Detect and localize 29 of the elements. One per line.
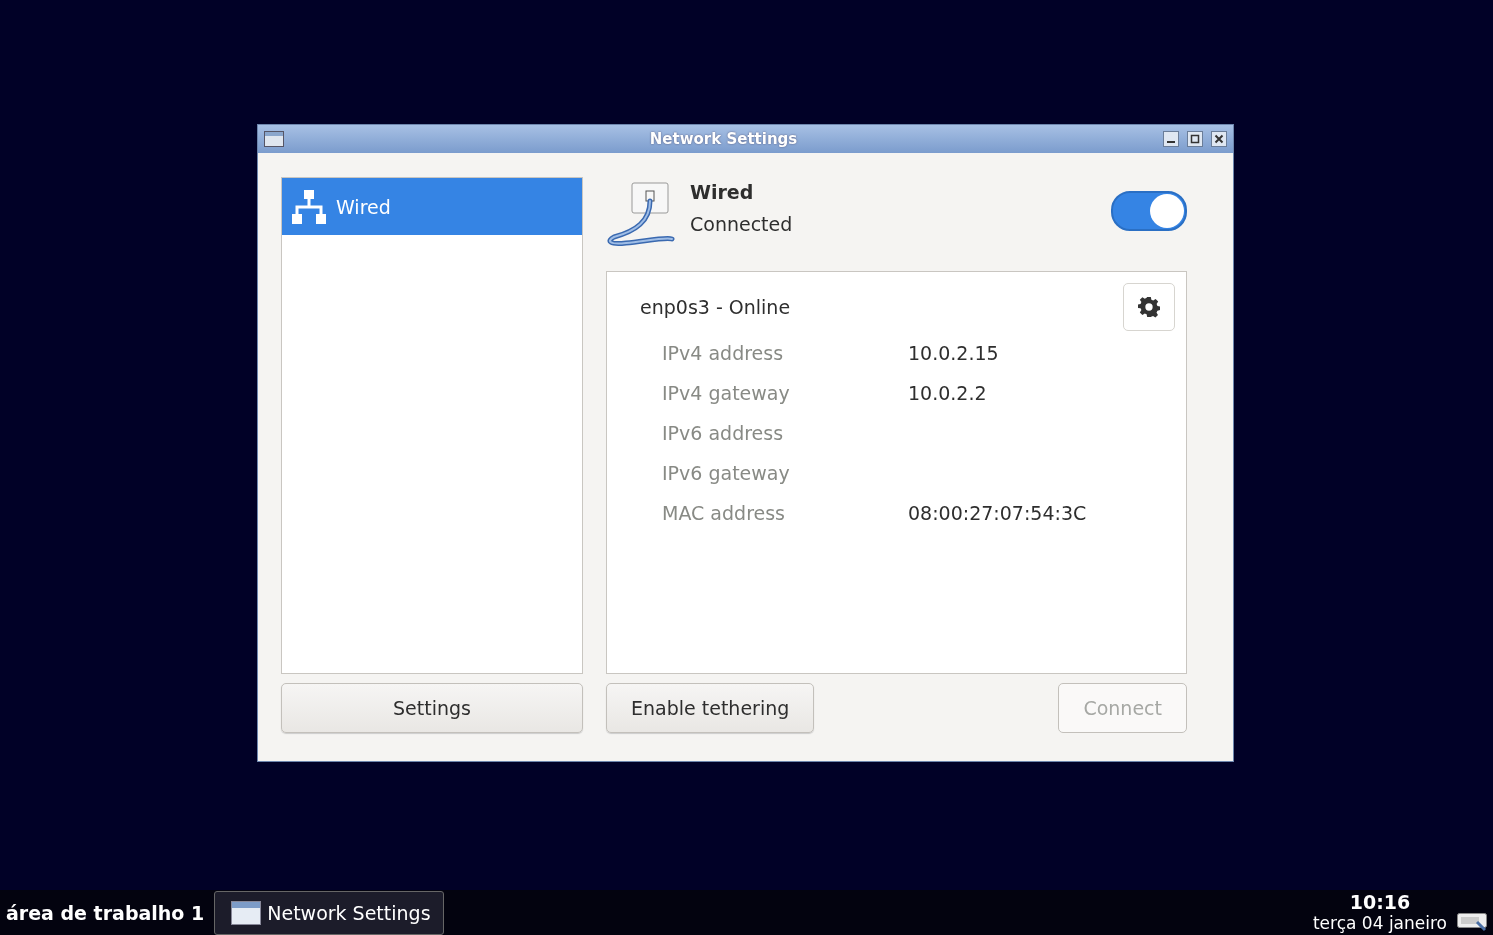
ethernet-cable-icon <box>606 181 678 247</box>
window-icon <box>264 131 284 147</box>
detail-label: IPv6 address <box>662 422 785 446</box>
toggle-switch[interactable] <box>1111 191 1187 231</box>
connection-title: enp0s3 - Online <box>640 296 791 318</box>
taskbar-button[interactable]: Network Settings <box>214 890 444 935</box>
device-name: Wired <box>690 181 755 203</box>
device-status: Connected <box>690 213 794 235</box>
sidebar-item[interactable]: Wired <box>282 178 582 235</box>
settings-button[interactable]: Settings <box>281 683 583 733</box>
workspace-label[interactable]: área de trabalho 1 <box>6 901 205 924</box>
maximize-icon[interactable] <box>1187 131 1203 147</box>
detail-value: 10.0.2.15 <box>908 342 1000 366</box>
clock-time: 10:16 <box>1349 891 1411 914</box>
detail-value: 10.0.2.2 <box>908 382 988 406</box>
enable-tethering-button[interactable]: Enable tethering <box>606 683 815 733</box>
detail-label: MAC address <box>662 502 786 526</box>
clock-date: terça 04 janeiro <box>1312 913 1447 934</box>
window-icon <box>231 900 262 925</box>
network-icon <box>292 189 326 224</box>
detail-label: IPv6 gateway <box>662 462 791 486</box>
detail-label: IPv4 address <box>662 342 785 366</box>
minimize-icon[interactable] <box>1163 131 1179 147</box>
settings-button[interactable] <box>1123 283 1175 331</box>
detail-value: 08:00:27:07:54:3C <box>908 502 1088 526</box>
detail-label: IPv4 gateway <box>662 382 791 406</box>
close-icon[interactable] <box>1211 131 1227 147</box>
settings-icon <box>1138 296 1160 318</box>
window-title: Network Settings <box>648 130 799 148</box>
